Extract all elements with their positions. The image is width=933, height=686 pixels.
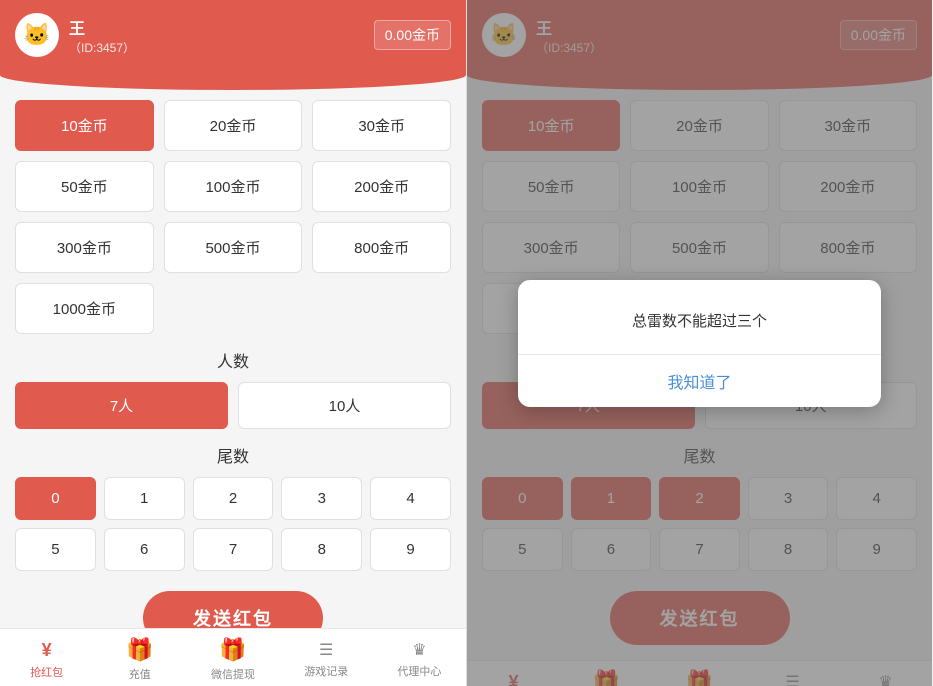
left-nav-agent-icon: ♛ <box>412 640 426 660</box>
left-header-left: 🐱 王 （ID:3457） <box>15 13 135 57</box>
left-bottom-nav: ¥ 抢红包 🎁 充值 🎁 微信提现 ☰ 游戏记录 ♛ 代理中心 <box>0 628 466 686</box>
left-nav-withdraw-label: 微信提现 <box>211 666 255 682</box>
tail-btn-2[interactable]: 2 <box>193 477 274 520</box>
left-nav-history-label: 游戏记录 <box>304 663 348 679</box>
left-nav-recharge-label: 充值 <box>129 666 151 682</box>
amount-btn-1000[interactable]: 1000金币 <box>15 283 154 334</box>
amount-btn-200[interactable]: 200金币 <box>312 161 451 212</box>
tail-btn-4[interactable]: 4 <box>370 477 451 520</box>
left-header: 🐱 王 （ID:3457） 0.00金币 <box>0 0 466 70</box>
modal-body: 总雷数不能超过三个 <box>518 280 881 354</box>
left-send-wrap: 发送红包 <box>15 581 451 628</box>
left-people-grid: 7人 10人 <box>15 382 451 429</box>
tail-btn-9[interactable]: 9 <box>370 528 451 571</box>
amount-btn-20[interactable]: 20金币 <box>164 100 303 151</box>
modal-overlay: 总雷数不能超过三个 我知道了 <box>467 0 932 686</box>
amount-btn-300[interactable]: 300金币 <box>15 222 154 273</box>
modal-message: 总雷数不能超过三个 <box>632 313 767 330</box>
left-tail-grid: 0 1 2 3 4 5 6 7 8 9 <box>15 477 451 571</box>
left-nav-agent[interactable]: ♛ 代理中心 <box>373 640 466 679</box>
tail-btn-5[interactable]: 5 <box>15 528 96 571</box>
tail-btn-3[interactable]: 3 <box>281 477 362 520</box>
amount-btn-800[interactable]: 800金币 <box>312 222 451 273</box>
left-nav-recharge[interactable]: 🎁 充值 <box>93 637 186 682</box>
left-nav-hongbao-label: 抢红包 <box>30 664 63 680</box>
left-nav-hongbao[interactable]: ¥ 抢红包 <box>0 640 93 680</box>
left-content: 10金币 20金币 30金币 50金币 100金币 200金币 300金币 50… <box>0 70 466 628</box>
left-nav-recharge-icon: 🎁 <box>126 637 153 663</box>
amount-btn-30[interactable]: 30金币 <box>312 100 451 151</box>
left-send-button[interactable]: 发送红包 <box>143 591 323 628</box>
left-user-info: 王 （ID:3457） <box>69 15 135 56</box>
left-tail-title: 尾数 <box>15 443 451 467</box>
left-nav-withdraw[interactable]: 🎁 微信提现 <box>186 637 279 682</box>
amount-btn-500[interactable]: 500金币 <box>164 222 303 273</box>
left-nav-agent-label: 代理中心 <box>397 663 441 679</box>
left-nav-hongbao-icon: ¥ <box>42 640 52 661</box>
left-people-title: 人数 <box>15 348 451 372</box>
amount-btn-100[interactable]: 100金币 <box>164 161 303 212</box>
modal-confirm-button[interactable]: 我知道了 <box>518 355 881 407</box>
tail-btn-0[interactable]: 0 <box>15 477 96 520</box>
left-nav-history-icon: ☰ <box>319 640 333 660</box>
left-panel: 🐱 王 （ID:3457） 0.00金币 10金币 20金币 30金币 50金币… <box>0 0 466 686</box>
amount-btn-50[interactable]: 50金币 <box>15 161 154 212</box>
tail-btn-6[interactable]: 6 <box>104 528 185 571</box>
modal-box: 总雷数不能超过三个 我知道了 <box>518 280 881 407</box>
left-nav-history[interactable]: ☰ 游戏记录 <box>280 640 373 679</box>
left-nav-withdraw-icon: 🎁 <box>219 637 246 663</box>
left-avatar: 🐱 <box>15 13 59 57</box>
left-coin-badge: 0.00金币 <box>374 20 451 50</box>
tail-btn-1[interactable]: 1 <box>104 477 185 520</box>
right-panel: 🐱 王 （ID:3457） 0.00金币 10金币 20金币 30金币 50金币… <box>466 0 932 686</box>
left-username: 王 <box>69 15 135 39</box>
tail-btn-7[interactable]: 7 <box>193 528 274 571</box>
amount-btn-10[interactable]: 10金币 <box>15 100 154 151</box>
left-amount-grid: 10金币 20金币 30金币 50金币 100金币 200金币 300金币 50… <box>15 100 451 273</box>
people-btn-10[interactable]: 10人 <box>238 382 451 429</box>
left-header-wave <box>0 60 466 90</box>
people-btn-7[interactable]: 7人 <box>15 382 228 429</box>
tail-btn-8[interactable]: 8 <box>281 528 362 571</box>
left-user-id: （ID:3457） <box>69 39 135 56</box>
